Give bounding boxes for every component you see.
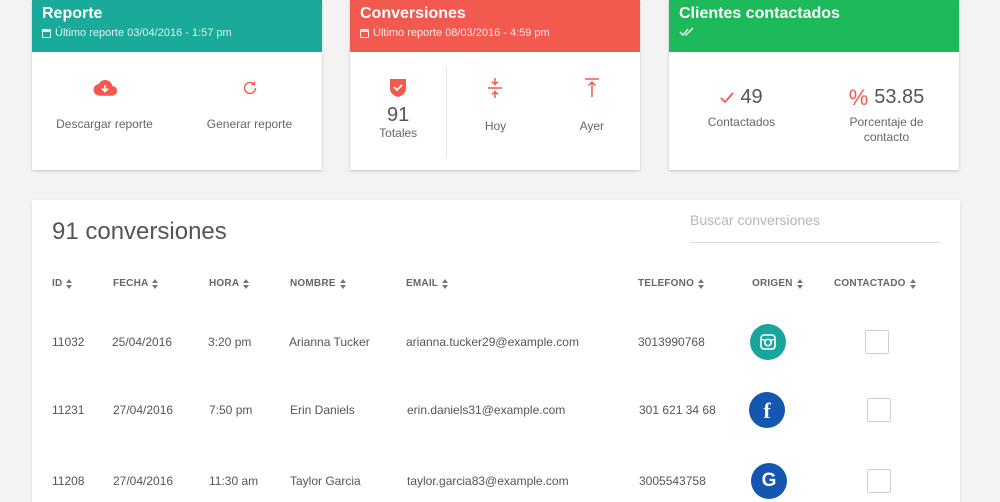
header-id[interactable]: ID xyxy=(52,278,73,289)
cell-fecha: 25/04/2016 xyxy=(112,335,173,349)
header-telefono[interactable]: TELEFONO xyxy=(638,278,705,289)
sort-icon xyxy=(909,278,917,289)
table-row[interactable]: 11032 25/04/2016 3:20 pm Arianna Tucker … xyxy=(32,312,960,372)
cell-id: 11032 xyxy=(52,335,85,349)
header-origen[interactable]: ORIGEN xyxy=(752,278,804,289)
sort-icon xyxy=(339,278,347,289)
cell-id: 11231 xyxy=(52,403,85,417)
header-contactado[interactable]: CONTACTADO xyxy=(834,278,917,289)
header-hora[interactable]: HORA xyxy=(209,278,250,289)
totales-label: Totales xyxy=(379,125,418,140)
search-conversions-input[interactable] xyxy=(690,210,940,243)
porcentaje-label: Porcentaje de contacto xyxy=(849,115,924,144)
download-report-button[interactable]: Descargar reporte xyxy=(32,52,177,170)
ayer-label: Ayer xyxy=(579,118,605,133)
cell-nombre: Arianna Tucker xyxy=(289,335,370,349)
percent-icon: % xyxy=(848,84,869,110)
shield-check-icon xyxy=(390,78,407,97)
compress-icon xyxy=(488,77,503,98)
cell-telefono: 3013990768 xyxy=(638,335,705,349)
conversions-table-panel: 91 conversiones ID FECHA HORA NOMBRE EMA… xyxy=(32,200,960,502)
conversiones-last-report: Último reporte 08/03/2016 - 4:59 pm xyxy=(373,27,550,39)
header-fecha[interactable]: FECHA xyxy=(113,278,159,289)
sort-icon xyxy=(698,278,705,289)
instagram-icon xyxy=(750,324,786,360)
totales-value: 91 xyxy=(387,103,410,126)
sort-icon xyxy=(66,278,73,289)
align-top-icon xyxy=(584,77,599,97)
table-row[interactable]: 11231 27/04/2016 7:50 pm Erin Daniels er… xyxy=(32,380,960,440)
download-report-label: Descargar reporte xyxy=(56,116,153,131)
cell-nombre: Erin Daniels xyxy=(290,403,355,417)
reporte-card: Reporte Último reporte 03/04/2016 - 1:57… xyxy=(32,0,322,170)
clientes-card-header: Clientes contactados xyxy=(669,0,959,52)
cell-id: 11208 xyxy=(52,474,85,488)
sort-icon xyxy=(796,278,804,289)
porcentaje-value: 53.85 xyxy=(874,86,925,108)
totales-stat[interactable]: 91 Totales xyxy=(350,52,446,170)
contactados-value: 49 xyxy=(740,86,763,108)
reporte-card-header: Reporte Último reporte 03/04/2016 - 1:57… xyxy=(32,0,322,52)
table-row[interactable]: 11208 27/04/2016 11:30 am Taylor Garcia … xyxy=(32,451,960,502)
calendar-icon xyxy=(360,28,369,38)
reporte-card-subtitle: Último reporte 03/04/2016 - 1:57 pm xyxy=(42,27,312,39)
porcentaje-stat[interactable]: % 53.85 Porcentaje de contacto xyxy=(814,52,959,170)
check-icon xyxy=(720,91,735,103)
cloud-download-icon xyxy=(93,79,117,96)
contactado-checkbox[interactable] xyxy=(867,469,891,493)
facebook-icon: f xyxy=(749,392,785,428)
cell-hora: 3:20 pm xyxy=(208,335,252,349)
conversions-count-title: 91 conversiones xyxy=(52,218,227,245)
calendar-icon xyxy=(42,28,51,38)
conversiones-card: Conversiones Último reporte 08/03/2016 -… xyxy=(350,0,640,170)
table-header: ID FECHA HORA NOMBRE EMAIL TELEFONO ORIG… xyxy=(32,278,960,292)
hoy-label: Hoy xyxy=(484,118,507,133)
cell-fecha: 27/04/2016 xyxy=(113,403,174,417)
reporte-card-title: Reporte xyxy=(42,5,103,22)
conversiones-card-header: Conversiones Último reporte 08/03/2016 -… xyxy=(350,0,640,52)
sort-icon xyxy=(243,278,250,289)
cell-email: erin.daniels31@example.com xyxy=(407,403,566,417)
clientes-card-title: Clientes contactados xyxy=(679,5,840,22)
conversiones-card-title: Conversiones xyxy=(360,5,466,22)
cell-email: taylor.garcia83@example.com xyxy=(407,474,569,488)
contactados-label: Contactados xyxy=(707,115,776,129)
google-icon: G xyxy=(751,463,787,499)
reporte-last-report: Último reporte 03/04/2016 - 1:57 pm xyxy=(55,27,232,39)
contactado-checkbox[interactable] xyxy=(867,398,891,422)
header-nombre[interactable]: NOMBRE xyxy=(290,278,347,289)
cell-nombre: Taylor Garcia xyxy=(290,474,361,488)
refresh-icon xyxy=(243,81,256,94)
cell-hora: 7:50 pm xyxy=(209,403,253,417)
ayer-stat[interactable]: Ayer xyxy=(544,52,640,170)
sort-icon xyxy=(442,278,449,289)
generate-report-button[interactable]: Generar reporte xyxy=(177,52,322,170)
header-email[interactable]: EMAIL xyxy=(406,278,449,289)
cell-telefono: 3005543758 xyxy=(639,474,706,488)
clientes-card: Clientes contactados 49 Contactados % 53… xyxy=(669,0,959,170)
cell-telefono: 301 621 34 68 xyxy=(639,403,716,417)
conversiones-card-subtitle: Último reporte 08/03/2016 - 4:59 pm xyxy=(360,27,630,39)
cell-email: arianna.tucker29@example.com xyxy=(406,335,579,349)
cell-fecha: 27/04/2016 xyxy=(113,474,174,488)
generate-report-label: Generar reporte xyxy=(206,116,293,131)
sort-icon xyxy=(152,278,159,289)
contactado-checkbox[interactable] xyxy=(865,330,889,354)
hoy-stat[interactable]: Hoy xyxy=(447,52,543,170)
double-check-icon xyxy=(679,27,694,36)
cell-hora: 11:30 am xyxy=(209,474,259,488)
contactados-stat[interactable]: 49 Contactados xyxy=(669,52,814,170)
